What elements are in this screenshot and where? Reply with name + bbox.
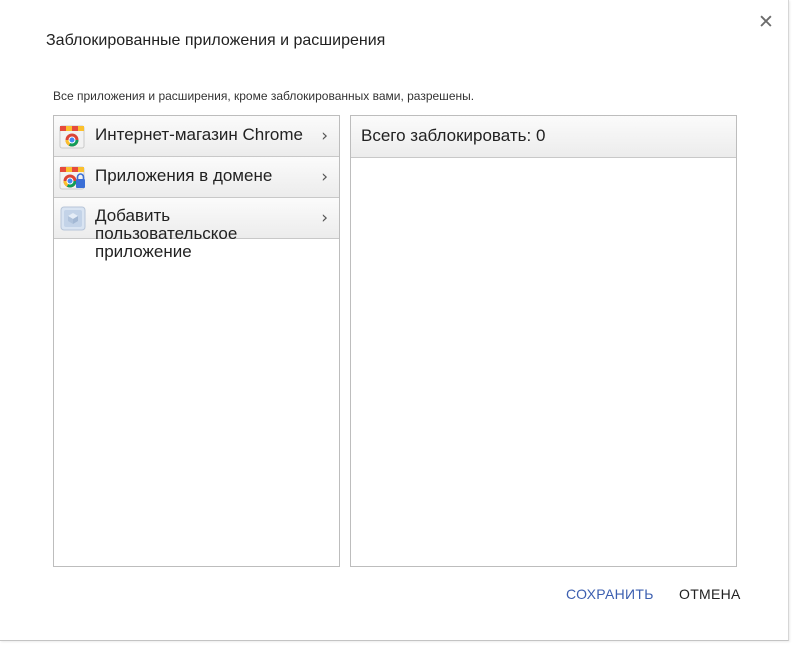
cancel-button[interactable]: ОТМЕНА [679,584,741,604]
sidebar-item-label: Интернет-магазин Chrome [95,125,303,144]
close-icon[interactable]: ✕ [757,12,775,32]
sidebar-item-label: Добавить пользовательское приложение [95,206,238,261]
blocked-count-header: Всего заблокировать: 0 [351,116,736,158]
chrome-web-store-icon [59,123,87,149]
chevron-right-icon: › [321,208,328,228]
save-button[interactable]: СОХРАНИТЬ [566,584,654,604]
domain-apps-icon [59,164,87,190]
blocked-apps-dialog: ✕ Заблокированные приложения и расширени… [0,0,789,641]
sidebar-item-chrome-web-store[interactable]: Интернет-магазин Chrome › [54,116,339,157]
sidebar-item-domain-apps[interactable]: Приложения в домене › [54,157,339,198]
custom-app-icon [59,205,87,231]
sources-pane: Интернет-магазин Chrome › Приложения в д… [53,115,340,567]
chevron-right-icon: › [321,167,328,187]
chevron-right-icon: › [321,126,328,146]
sidebar-item-custom-app[interactable]: Добавить пользовательское приложение › [54,198,339,261]
blocked-list-pane: Всего заблокировать: 0 [350,115,737,567]
sidebar-item-label: Приложения в домене [95,166,273,185]
dialog-title: Заблокированные приложения и расширения [46,32,386,49]
dialog-description: Все приложения и расширения, кроме забло… [53,89,475,103]
